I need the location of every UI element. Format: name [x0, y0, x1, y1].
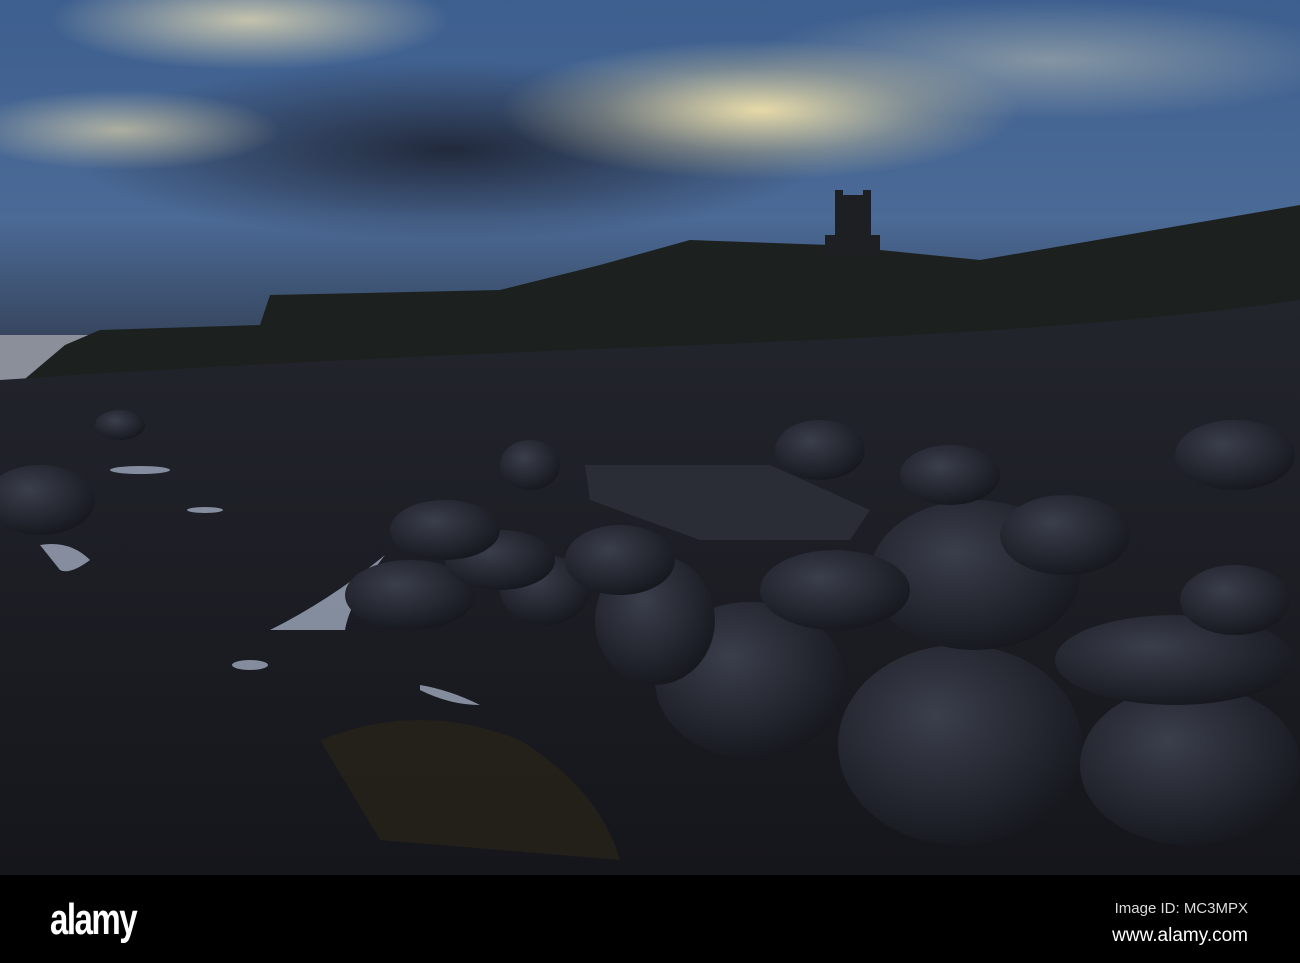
footer-bar: alamy Image ID: MC3MPX www.alamy.com [0, 875, 1300, 963]
alamy-logo[interactable]: alamy [50, 895, 138, 945]
photo-castle-coastline-boulders [0, 0, 1300, 875]
stock-photo-page: alamy Image ID: MC3MPX www.alamy.com [0, 0, 1300, 963]
site-url[interactable]: www.alamy.com [1112, 925, 1248, 947]
landscape-illustration [0, 190, 1300, 875]
image-id: Image ID: MC3MPX [1114, 900, 1248, 917]
castle-tower [825, 190, 880, 255]
